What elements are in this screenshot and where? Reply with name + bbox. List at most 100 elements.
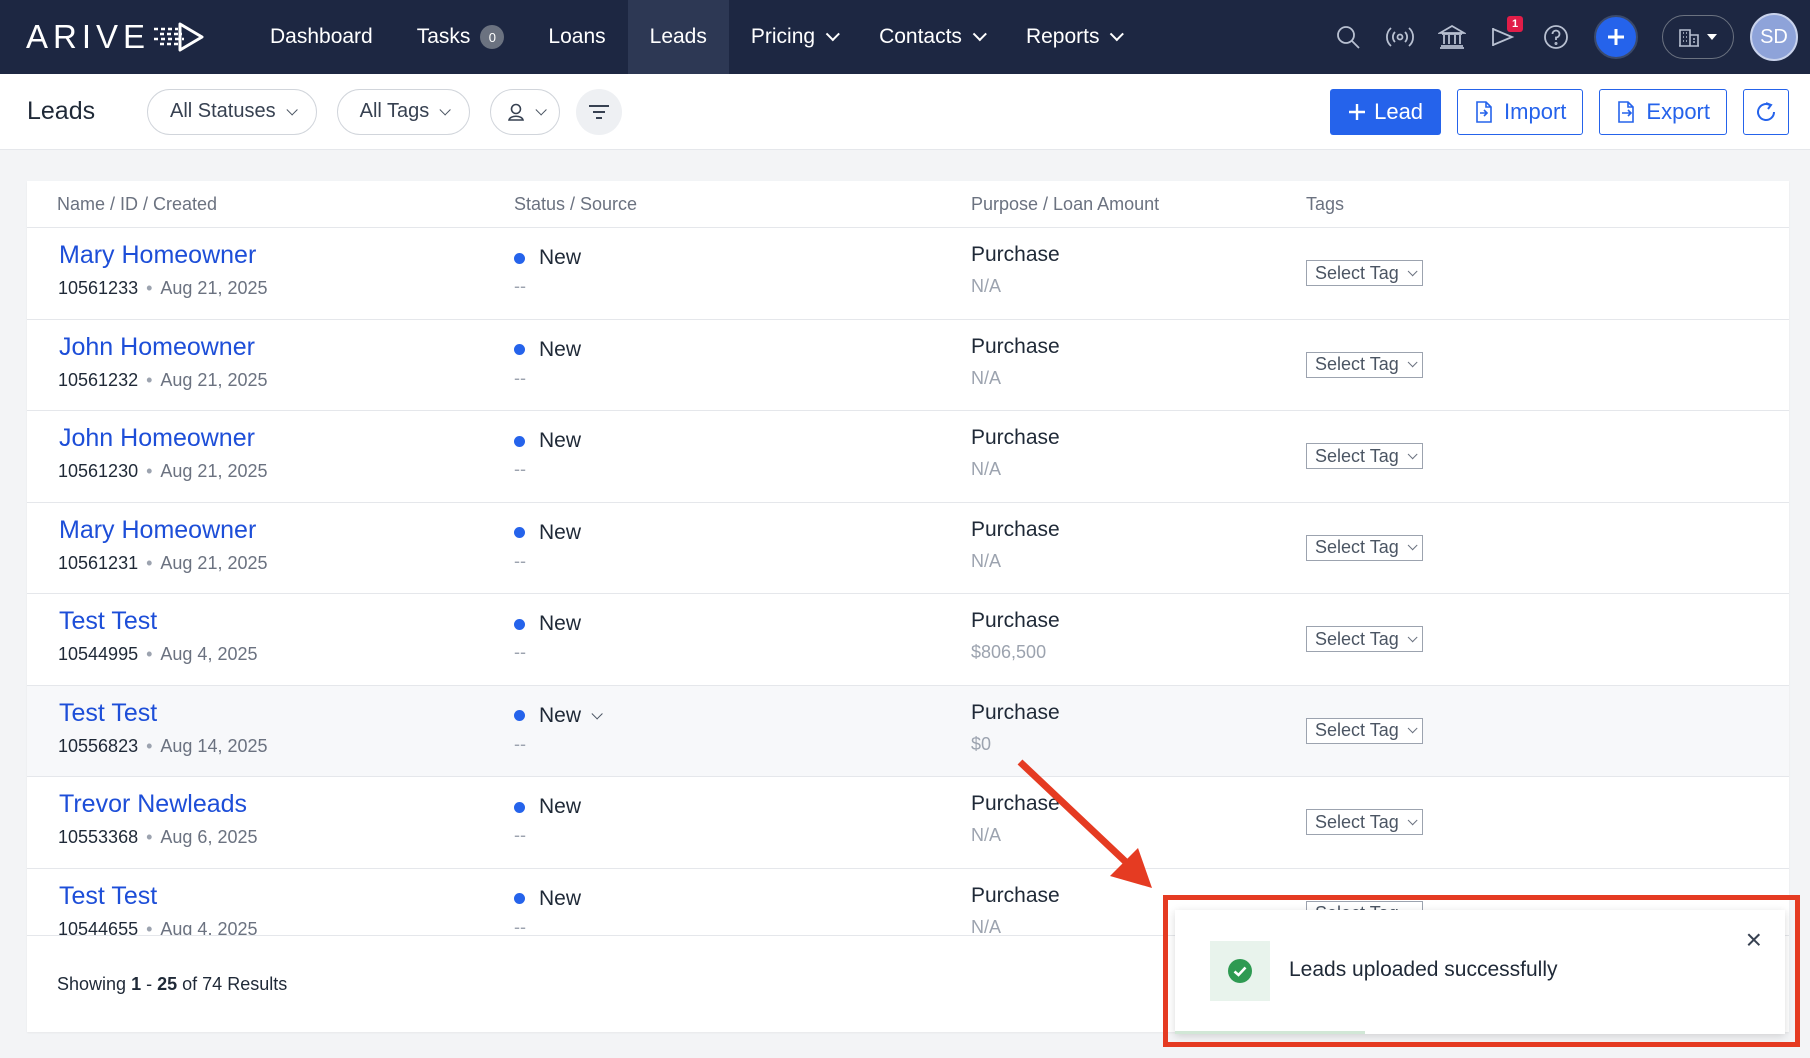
nav-item-reports[interactable]: Reports	[1004, 0, 1142, 74]
table-row[interactable]: Mary Homeowner 10561233 • Aug 21, 2025 New --…	[27, 228, 1789, 320]
export-button[interactable]: Export	[1599, 89, 1727, 135]
lead-name-link[interactable]: Test Test	[59, 607, 157, 636]
lead-id: 10561233	[58, 278, 139, 298]
lead-name-link[interactable]: Test Test	[59, 882, 157, 911]
nav-item-label: Leads	[649, 25, 707, 48]
chevron-down-icon	[1407, 540, 1418, 551]
loan-purpose: Purchase	[971, 700, 1060, 724]
lead-name-link[interactable]: John Homeowner	[59, 333, 255, 362]
lead-meta: 10561231 • Aug 21, 2025	[58, 553, 268, 574]
lead-id: 10561232	[58, 369, 139, 390]
nav-item-leads[interactable]: Leads	[627, 0, 729, 74]
nav-item-loans[interactable]: Loans	[526, 0, 627, 74]
select-tag-dropdown[interactable]: Select Tag	[1306, 717, 1423, 744]
lead-id: 10561231	[58, 552, 139, 573]
status-label: New	[539, 612, 582, 635]
page-title: Leads	[27, 97, 96, 125]
lead-source: --	[514, 733, 526, 754]
status-label: New	[539, 429, 582, 452]
select-tag-dropdown[interactable]: Select Tag	[1306, 443, 1423, 469]
import-button[interactable]: Import	[1457, 89, 1584, 135]
close-icon[interactable]: ×	[1746, 924, 1762, 956]
lead-name-link[interactable]: Trevor Newleads	[59, 790, 247, 819]
lead-source: --	[514, 276, 526, 296]
lead-created-date: Aug 21, 2025	[160, 461, 268, 481]
results-summary: Showing 1 - 25 of 74 Results	[57, 974, 287, 995]
logo-arrow-icon	[154, 22, 204, 52]
add-lead-button[interactable]: Lead	[1330, 89, 1442, 135]
table-row[interactable]: Test Test 10544995 • Aug 4, 2025 New -- Purcha…	[27, 594, 1789, 686]
table-row[interactable]: John Homeowner 10561232 • Aug 21, 2025 New --…	[27, 320, 1789, 411]
select-tag-label: Select Tag	[1315, 720, 1399, 740]
chevron-down-icon	[1407, 265, 1418, 276]
refresh-button[interactable]	[1743, 89, 1789, 135]
user-avatar[interactable]: SD	[1750, 13, 1798, 61]
select-tag-label: Select Tag	[1315, 262, 1399, 283]
table-row[interactable]: Test Test 10556823 • Aug 14, 2025 New -- Purch…	[27, 685, 1789, 777]
lead-name-link[interactable]: John Homeowner	[59, 424, 255, 453]
notification-count-badge: 1	[1507, 16, 1523, 32]
company-selector[interactable]	[1662, 15, 1734, 59]
arive-logo[interactable]: ARIVE	[26, 18, 246, 56]
loan-purpose: Purchase	[971, 334, 1060, 358]
chevron-down-icon	[825, 27, 840, 42]
select-tag-label: Select Tag	[1315, 811, 1399, 832]
tags-filter-dropdown[interactable]: All Tags	[336, 88, 471, 135]
search-icon[interactable]	[1331, 20, 1365, 54]
loan-purpose: Purchase	[971, 609, 1060, 632]
nav-item-dashboard[interactable]: Dashboard	[248, 0, 395, 74]
success-toast: Leads uploaded successfully ×	[1175, 910, 1785, 1034]
table-body: Mary Homeowner 10561233 • Aug 21, 2025 New --…	[27, 228, 1789, 935]
separator-dot: •	[146, 278, 153, 298]
nav-actions: 1 SD	[1322, 0, 1810, 74]
help-icon[interactable]	[1539, 20, 1573, 54]
nav-item-tasks[interactable]: Tasks 0	[395, 0, 527, 74]
quick-add-button[interactable]	[1594, 15, 1638, 59]
chevron-down-icon	[1407, 448, 1418, 459]
lead-created-date: Aug 14, 2025	[160, 735, 268, 756]
status-label: New	[539, 886, 582, 910]
lead-id: 10544655	[58, 918, 139, 936]
select-tag-dropdown[interactable]: Select Tag	[1306, 260, 1423, 286]
loan-amount: N/A	[971, 825, 1002, 845]
select-tag-dropdown[interactable]: Select Tag	[1306, 351, 1423, 378]
chevron-down-icon	[1110, 27, 1125, 42]
lead-name-link[interactable]: Mary Homeowner	[59, 241, 256, 270]
column-header-tags[interactable]: Tags	[1306, 194, 1344, 215]
logo-text: ARIVE	[26, 18, 151, 55]
advanced-filter-button[interactable]	[576, 88, 623, 135]
results-from: 1	[131, 974, 142, 994]
select-tag-dropdown[interactable]: Select Tag	[1306, 534, 1423, 561]
table-row[interactable]: Trevor Newleads 10553368 • Aug 6, 2025 New --…	[27, 777, 1789, 869]
loan-purpose: Purchase	[971, 243, 1060, 266]
select-tag-dropdown[interactable]: Select Tag	[1306, 626, 1423, 652]
lead-created-date: Aug 21, 2025	[160, 552, 268, 573]
status-filter-dropdown[interactable]: All Statuses	[147, 88, 317, 135]
lead-created-date: Aug 21, 2025	[160, 369, 268, 390]
status-dot-icon	[514, 893, 525, 904]
bank-icon[interactable]	[1435, 20, 1469, 54]
table-row[interactable]: Mary Homeowner 10561231 • Aug 21, 2025 New --…	[27, 503, 1789, 594]
table-row[interactable]: John Homeowner 10561230 • Aug 21, 2025 New --…	[27, 411, 1789, 503]
import-label: Import	[1504, 99, 1567, 124]
column-header-status[interactable]: Status / Source	[514, 194, 637, 215]
toolbar-actions: Lead Import Export	[1330, 74, 1810, 150]
loan-purpose: Purchase	[971, 883, 1060, 907]
lead-name-link[interactable]: Test Test	[59, 699, 157, 728]
nav-item-pricing[interactable]: Pricing	[729, 0, 857, 74]
loan-amount: N/A	[971, 367, 1002, 388]
refresh-icon	[1757, 102, 1776, 121]
caret-down-icon	[1707, 34, 1717, 40]
lead-meta: 10561230 • Aug 21, 2025	[58, 461, 268, 482]
lead-name-link[interactable]: Mary Homeowner	[59, 516, 256, 545]
import-file-icon	[1476, 101, 1492, 123]
user-filter-dropdown[interactable]	[490, 88, 561, 135]
nav-item-contacts[interactable]: Contacts	[857, 0, 1004, 74]
select-tag-dropdown[interactable]: Select Tag	[1306, 809, 1423, 835]
megaphone-icon[interactable]: 1	[1487, 16, 1523, 54]
column-header-name[interactable]: Name / ID / Created	[57, 194, 217, 215]
lead-status[interactable]: New	[514, 704, 603, 728]
broadcast-icon[interactable]	[1383, 20, 1417, 54]
status-dot-icon	[514, 618, 525, 630]
column-header-purpose[interactable]: Purpose / Loan Amount	[971, 194, 1159, 215]
